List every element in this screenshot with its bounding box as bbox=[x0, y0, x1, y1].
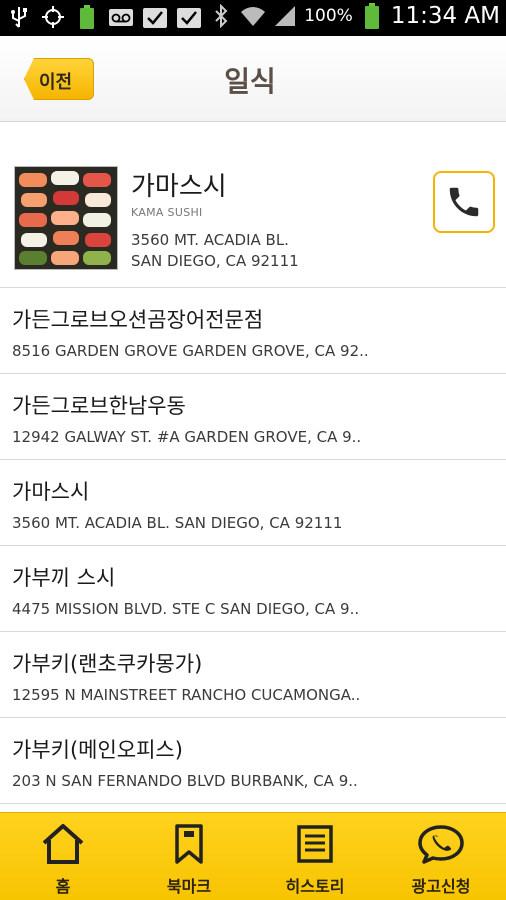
phone-icon bbox=[449, 187, 479, 217]
list-item[interactable]: 가부키(랜초쿠카몽가) 12595 N MAINSTREET RANCHO CU… bbox=[0, 632, 506, 718]
restaurant-list: 가든그로브오션곰장어전문점 8516 GARDEN GROVE GARDEN G… bbox=[0, 288, 506, 804]
list-item-name: 가부키(메인오피스) bbox=[12, 738, 183, 762]
chat-phone-icon bbox=[416, 821, 466, 867]
clock: 11:34 AM bbox=[390, 3, 500, 29]
list-item-address: 12942 GALWAY ST. #A GARDEN GROVE, CA 9.. bbox=[12, 428, 362, 446]
home-icon bbox=[38, 821, 88, 867]
list-item-address: 8516 GARDEN GROVE GARDEN GROVE, CA 92.. bbox=[12, 342, 369, 360]
nav-home[interactable]: 홈 bbox=[0, 813, 126, 900]
featured-restaurant[interactable]: 가마스시 KAMA SUSHI 3560 MT. ACADIA BL. SAN … bbox=[0, 122, 506, 288]
featured-subtitle: KAMA SUSHI bbox=[131, 206, 203, 219]
list-item[interactable]: 가마스시 3560 MT. ACADIA BL. SAN DIEGO, CA 9… bbox=[0, 460, 506, 546]
featured-address-line1: 3560 MT. ACADIA BL. bbox=[131, 231, 289, 249]
battery-icon bbox=[359, 3, 385, 29]
nav-ad-request-label: 광고신청 bbox=[411, 877, 471, 896]
notification-icons bbox=[6, 4, 202, 30]
nav-history-label: 히스토리 bbox=[285, 877, 345, 896]
check-icon bbox=[142, 4, 168, 30]
nav-bookmark[interactable]: 북마크 bbox=[126, 813, 252, 900]
list-item-name: 가마스시 bbox=[12, 480, 90, 504]
battery-percent: 100% bbox=[304, 6, 353, 26]
wifi-icon bbox=[240, 3, 266, 29]
list-item-name: 가부끼 스시 bbox=[12, 566, 116, 590]
usb-icon bbox=[6, 4, 32, 30]
list-item-address: 3560 MT. ACADIA BL. SAN DIEGO, CA 92111 bbox=[12, 514, 343, 532]
voicemail-icon bbox=[108, 4, 134, 30]
list-item[interactable]: 가든그로브오션곰장어전문점 8516 GARDEN GROVE GARDEN G… bbox=[0, 288, 506, 374]
nav-ad-request[interactable]: 광고신청 bbox=[378, 813, 504, 900]
list-item[interactable]: 가든그로브한남우동 12942 GALWAY ST. #A GARDEN GRO… bbox=[0, 374, 506, 460]
app-header: 이전 일식 bbox=[0, 36, 506, 122]
list-item-name: 가든그로브한남우동 bbox=[12, 394, 186, 418]
list-item[interactable]: 가부키(메인오피스) 203 N SAN FERNANDO BLVD BURBA… bbox=[0, 718, 506, 804]
status-bar: 100% 11:34 AM bbox=[0, 0, 506, 36]
featured-address-line2: SAN DIEGO, CA 92111 bbox=[131, 252, 299, 270]
nav-bookmark-label: 북마크 bbox=[166, 877, 212, 896]
page-title: 일식 bbox=[224, 65, 276, 98]
call-button[interactable] bbox=[433, 171, 495, 233]
restaurant-thumbnail bbox=[14, 166, 118, 270]
bottom-nav: 홈 북마크 히스토리 광고신청 bbox=[0, 812, 506, 900]
battery-small-icon bbox=[74, 4, 100, 30]
list-item-address: 12595 N MAINSTREET RANCHO CUCAMONGA.. bbox=[12, 686, 361, 704]
list-item-name: 가부키(랜초쿠카몽가) bbox=[12, 652, 203, 676]
list-item-name: 가든그로브오션곰장어전문점 bbox=[12, 308, 264, 332]
signal-icon bbox=[272, 3, 298, 29]
featured-address: 3560 MT. ACADIA BL. SAN DIEGO, CA 92111 bbox=[131, 230, 299, 272]
nav-home-label: 홈 bbox=[55, 877, 71, 896]
gps-icon bbox=[40, 4, 66, 30]
history-list-icon bbox=[290, 821, 340, 867]
featured-name: 가마스시 bbox=[131, 172, 227, 202]
system-icons: 100% 11:34 AM bbox=[208, 3, 500, 29]
list-item[interactable]: 가부끼 스시 4475 MISSION BLVD. STE C SAN DIEG… bbox=[0, 546, 506, 632]
nav-history[interactable]: 히스토리 bbox=[252, 813, 378, 900]
bluetooth-icon bbox=[208, 3, 234, 29]
list-item-address: 4475 MISSION BLVD. STE C SAN DIEGO, CA 9… bbox=[12, 600, 360, 618]
bookmark-icon bbox=[164, 821, 214, 867]
check-icon bbox=[176, 4, 202, 30]
list-item-address: 203 N SAN FERNANDO BLVD BURBANK, CA 9.. bbox=[12, 772, 358, 790]
